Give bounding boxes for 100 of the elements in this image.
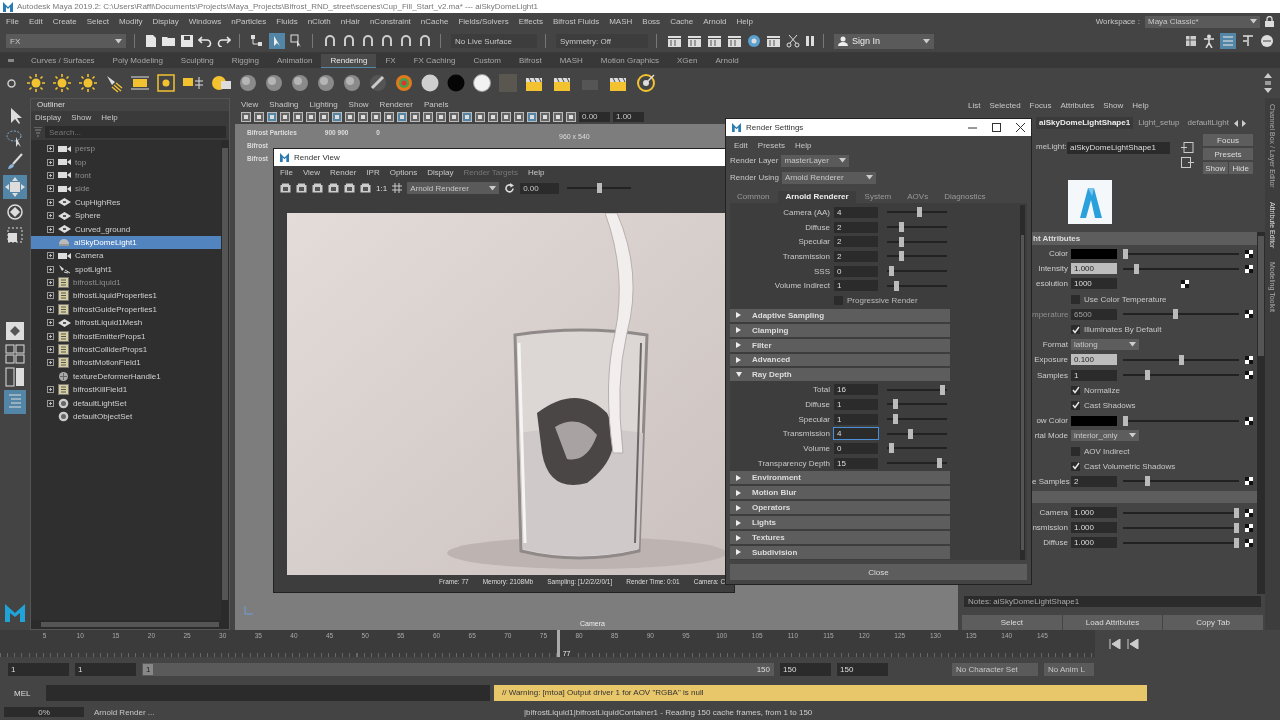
slider-thumb[interactable] bbox=[892, 399, 898, 410]
panel-tool-icon[interactable] bbox=[514, 112, 524, 122]
slider-thumb[interactable] bbox=[1123, 248, 1128, 259]
render-layer-dropdown[interactable]: masterLayer bbox=[781, 154, 850, 167]
checker-icon[interactable] bbox=[1245, 310, 1253, 319]
panel-tool-icon[interactable] bbox=[306, 112, 316, 122]
menu-item[interactable]: Show bbox=[348, 99, 369, 109]
outliner-item[interactable]: top bbox=[31, 155, 221, 169]
section-header[interactable]: Environment bbox=[730, 471, 950, 485]
value-field[interactable]: 16 bbox=[834, 384, 878, 396]
panel-tool-icon[interactable] bbox=[488, 112, 498, 122]
section-header[interactable]: Motion Blur bbox=[730, 486, 950, 500]
panel-tool-icon[interactable] bbox=[319, 112, 329, 122]
render-tool-icon[interactable] bbox=[312, 183, 323, 193]
command-field[interactable] bbox=[46, 685, 490, 701]
section-header[interactable]: Textures bbox=[730, 531, 950, 544]
slider-thumb[interactable] bbox=[1134, 263, 1140, 274]
checkbox[interactable] bbox=[1071, 400, 1080, 410]
scale-tool-icon[interactable] bbox=[5, 225, 25, 245]
value-field[interactable]: 2 bbox=[834, 250, 878, 262]
menu-item[interactable]: Bifrost Fluids bbox=[552, 17, 600, 26]
workspace-dropdown[interactable]: Maya Classic* bbox=[1145, 15, 1260, 28]
value-field[interactable]: 1.000 bbox=[1071, 263, 1117, 275]
menu-item[interactable]: Display bbox=[152, 17, 179, 26]
magnet-icon[interactable] bbox=[323, 34, 337, 48]
menu-item[interactable]: Panels bbox=[423, 99, 449, 109]
outliner-item[interactable]: defaultObjectSet bbox=[31, 409, 221, 424]
slider-thumb[interactable] bbox=[596, 183, 602, 193]
menu-item[interactable]: Focus bbox=[1029, 100, 1052, 110]
shelf-tab[interactable]: Motion Graphics bbox=[591, 54, 669, 67]
node-tab[interactable]: aiSkyDomeLightShape1 bbox=[1036, 117, 1134, 129]
panel-tool-icon[interactable] bbox=[475, 112, 485, 122]
panel-tool-icon[interactable] bbox=[332, 112, 342, 122]
lasso-tool-icon[interactable] bbox=[5, 129, 25, 149]
shelf-tab[interactable]: Bifrost bbox=[510, 54, 551, 67]
value-field[interactable]: 0.00 bbox=[579, 112, 610, 122]
outliner-item[interactable]: CupHighRes bbox=[31, 195, 221, 209]
color-ball-icon[interactable] bbox=[394, 73, 414, 93]
outliner-item[interactable]: textureDeformerHandle1 bbox=[31, 369, 221, 384]
menu-item[interactable]: Windows bbox=[188, 17, 222, 26]
menu-item[interactable]: Arnold bbox=[703, 17, 727, 26]
search-field[interactable]: Search... bbox=[45, 126, 226, 138]
panel-tool-icon[interactable] bbox=[540, 112, 550, 122]
value-field[interactable]: 2 bbox=[834, 236, 878, 248]
range-slider[interactable]: 1 150 bbox=[142, 663, 774, 676]
menu-item[interactable]: nHair bbox=[340, 17, 360, 26]
shelf-tab[interactable]: Animation bbox=[267, 54, 322, 67]
disc-icon[interactable] bbox=[472, 73, 492, 93]
current-frame-marker[interactable] bbox=[556, 630, 560, 657]
panel-tool-icon[interactable] bbox=[501, 112, 511, 122]
outliner-item[interactable]: Curved_ground bbox=[31, 222, 221, 236]
value-field[interactable]: 1.000 bbox=[1071, 537, 1117, 549]
slider-thumb[interactable] bbox=[894, 280, 900, 291]
slider-thumb[interactable] bbox=[892, 414, 898, 425]
section-header[interactable]: Advanced bbox=[730, 353, 950, 367]
dropdown[interactable]: interior_only bbox=[1071, 430, 1139, 442]
value-field[interactable]: 1.000 bbox=[1071, 507, 1117, 519]
channel-box-icon[interactable] bbox=[1260, 34, 1274, 48]
menu-item[interactable]: Render bbox=[330, 168, 357, 177]
render-tool-icon[interactable] bbox=[344, 183, 355, 193]
menu-item[interactable]: Create bbox=[52, 17, 77, 26]
magnet-icon[interactable] bbox=[361, 34, 375, 48]
slider-thumb[interactable] bbox=[888, 266, 894, 277]
menu-item[interactable]: List bbox=[968, 100, 981, 110]
scissors-icon[interactable] bbox=[786, 34, 800, 48]
hierarchy-icon[interactable] bbox=[250, 34, 264, 48]
start-frame-field[interactable]: 1 bbox=[8, 663, 69, 676]
disc-icon[interactable] bbox=[420, 73, 440, 93]
slider-thumb[interactable] bbox=[1145, 370, 1151, 381]
shelf-tab[interactable]: Rendering bbox=[321, 53, 377, 68]
value-field[interactable]: 1000 bbox=[1071, 278, 1117, 290]
value-field[interactable]: 1.000 bbox=[1071, 522, 1117, 534]
node-tab[interactable]: defaultLight bbox=[1184, 117, 1232, 129]
menu-item[interactable]: Help bbox=[794, 141, 812, 150]
section-header[interactable]: Ray Depth bbox=[730, 368, 950, 382]
settings-tab[interactable]: Arnold Renderer bbox=[778, 191, 856, 203]
menu-item[interactable]: Display bbox=[35, 113, 62, 122]
checkbox[interactable] bbox=[1071, 446, 1080, 456]
panel-tool-icon[interactable] bbox=[280, 112, 290, 122]
slider-thumb[interactable] bbox=[940, 384, 946, 395]
section-header[interactable]: Operators bbox=[730, 501, 950, 515]
menu-item[interactable]: Fields/Solvers bbox=[458, 17, 509, 26]
photometric-light-icon[interactable] bbox=[210, 73, 232, 93]
symmetry-dropdown[interactable]: Symmetry: Off bbox=[556, 34, 648, 48]
slider-thumb[interactable] bbox=[907, 428, 913, 439]
menu-item[interactable]: Lighting bbox=[309, 99, 338, 109]
outliner-item[interactable]: Camera bbox=[31, 249, 221, 263]
value-field[interactable]: 2 bbox=[1071, 475, 1117, 487]
menu-item[interactable]: nCloth bbox=[307, 17, 331, 26]
panel-tool-icon[interactable] bbox=[410, 112, 420, 122]
panel-tool-icon[interactable] bbox=[527, 112, 537, 122]
render-tool-icon[interactable] bbox=[280, 183, 291, 193]
panel-tool-icon[interactable] bbox=[397, 112, 407, 122]
sphere-icon[interactable] bbox=[747, 34, 761, 48]
menu-item[interactable]: Presets bbox=[757, 141, 785, 150]
section-header[interactable]: Subdivision bbox=[730, 546, 950, 559]
settings-tab[interactable]: AOVs bbox=[900, 191, 936, 203]
settings-tab[interactable]: System bbox=[857, 191, 899, 203]
value-field[interactable]: 0 bbox=[834, 442, 878, 454]
magnet-icon[interactable] bbox=[418, 34, 432, 48]
